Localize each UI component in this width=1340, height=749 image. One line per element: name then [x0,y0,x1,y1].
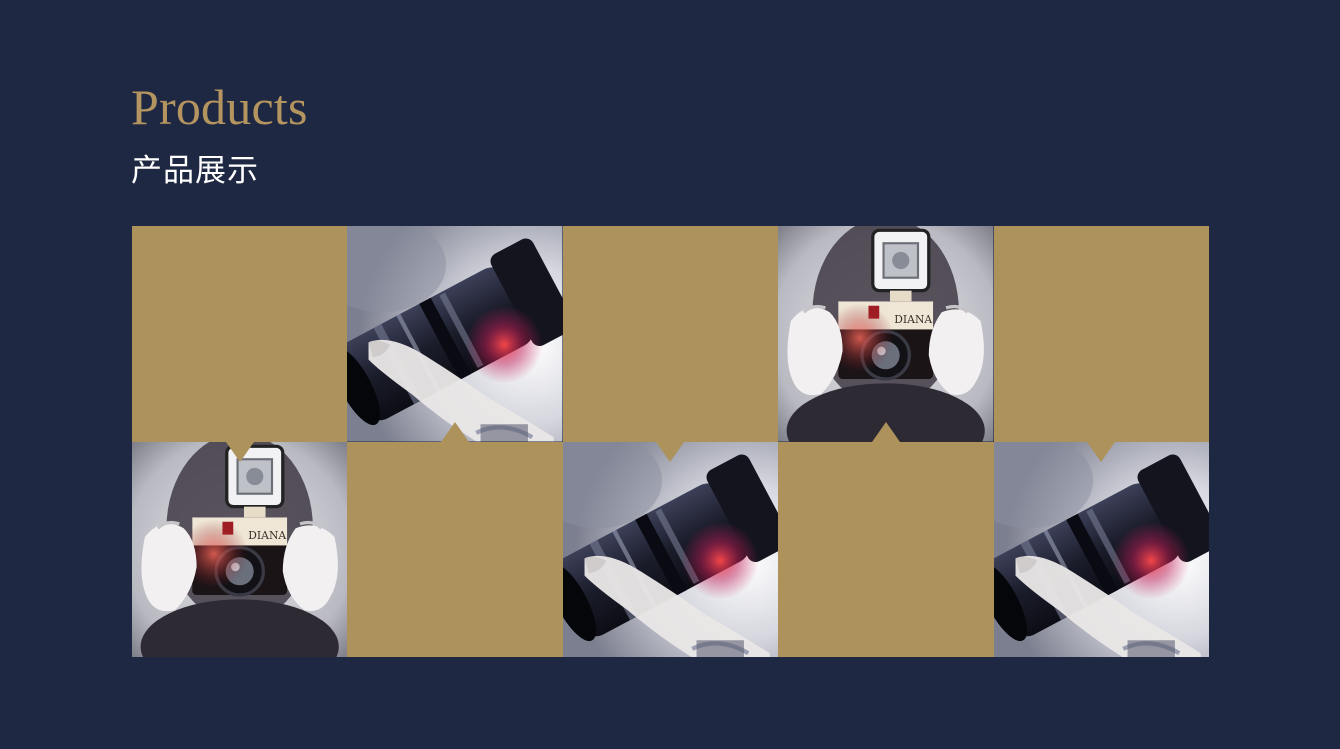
photo-lens-camera [994,442,1209,658]
pointer-down-icon [225,441,254,462]
gold-tile [562,226,779,462]
gold-tile [132,226,348,462]
gold-tile [347,421,563,657]
lens-camera-image [347,226,562,442]
vintage-camera-image [132,441,348,657]
lens-camera-image [563,442,778,658]
pointer-up-icon [441,421,470,442]
slide: Products 产品展示 [0,0,1340,749]
photo-vintage-camera [778,226,994,442]
product-gallery [132,226,1209,657]
vintage-camera-image [778,226,994,442]
pointer-down-icon [1087,441,1116,462]
lens-camera-image [994,442,1209,658]
pointer-down-icon [656,441,685,462]
page-title: Products [131,79,308,135]
pointer-up-icon [871,421,900,442]
gold-tile [778,421,994,657]
page-subtitle: 产品展示 [131,153,259,189]
photo-vintage-camera [132,441,348,657]
photo-lens-camera [563,442,778,658]
photo-lens-camera [347,226,562,442]
gold-tile [993,226,1209,462]
